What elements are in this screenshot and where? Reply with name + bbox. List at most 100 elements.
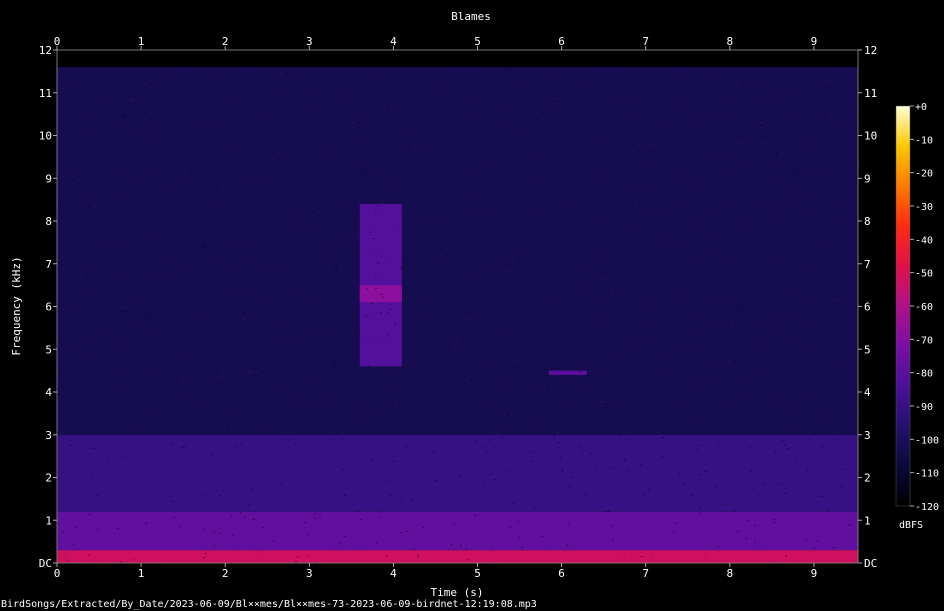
noise-speck: [347, 413, 350, 415]
noise-speck: [309, 107, 312, 109]
noise-speck: [604, 145, 607, 147]
noise-speck: [433, 188, 436, 190]
noise-speck: [748, 382, 751, 384]
noise-speck: [270, 112, 273, 114]
noise-speck: [313, 211, 316, 213]
noise-speck: [635, 454, 637, 455]
noise-speck: [820, 496, 823, 497]
noise-speck: [524, 167, 527, 169]
noise-speck: [814, 168, 817, 170]
noise-speck: [389, 369, 392, 371]
noise-speck: [834, 409, 837, 411]
noise-speck: [696, 333, 699, 335]
noise-speck: [709, 320, 712, 322]
noise-speck: [660, 456, 663, 458]
noise-speck: [675, 321, 678, 323]
noise-speck: [58, 373, 61, 374]
noise-speck: [365, 415, 368, 417]
noise-speck: [511, 500, 514, 502]
noise-speck: [88, 280, 91, 282]
noise-speck: [836, 296, 839, 298]
noise-speck: [569, 354, 572, 356]
noise-speck: [734, 286, 737, 288]
noise-speck: [777, 483, 780, 485]
noise-speck: [123, 356, 126, 358]
noise-speck: [774, 459, 777, 461]
noise-speck: [496, 271, 499, 273]
noise-speck: [62, 87, 65, 89]
noise-speck: [841, 252, 844, 254]
noise-speck: [544, 480, 547, 482]
noise-speck: [638, 204, 641, 206]
noise-speck: [738, 142, 741, 144]
noise-speck: [235, 170, 238, 172]
noise-speck: [807, 211, 810, 213]
noise-speck: [239, 511, 242, 513]
noise-speck: [505, 381, 508, 383]
noise-speck: [701, 222, 704, 224]
noise-speck: [189, 395, 191, 396]
noise-speck: [339, 424, 342, 426]
noise-speck: [226, 425, 228, 427]
noise-speck: [301, 225, 304, 227]
noise-speck: [679, 320, 682, 322]
colorbar: +0 -10 -20 -30 -40 -50 -60 -70 -80 -90 -100 -110 -12…: [895, 102, 939, 531]
noise-speck: [164, 167, 167, 169]
noise-speck: [562, 462, 565, 464]
noise-speck: [582, 82, 585, 84]
noise-speck: [517, 80, 520, 82]
noise-speck: [554, 95, 557, 97]
colorbar-label: dBFS: [899, 520, 923, 531]
noise-speck: [186, 500, 189, 502]
noise-speck: [277, 286, 280, 288]
noise-speck: [332, 206, 334, 208]
noise-speck: [375, 77, 378, 79]
noise-speck: [278, 461, 281, 463]
noise-speck: [778, 333, 781, 335]
x-tick-label: 4: [390, 567, 397, 580]
noise-speck: [217, 382, 220, 383]
noise-speck: [532, 154, 535, 156]
noise-speck: [719, 158, 722, 160]
x-tick-label-top: 9: [811, 35, 818, 48]
noise-speck: [151, 232, 154, 234]
noise-speck: [823, 115, 826, 117]
noise-speck: [630, 439, 633, 441]
noise-speck: [226, 76, 229, 78]
noise-speck: [178, 302, 181, 304]
noise-speck: [632, 488, 635, 490]
noise-speck: [252, 358, 255, 359]
noise-speck: [369, 410, 372, 412]
noise-speck: [548, 178, 551, 180]
noise-speck: [657, 441, 660, 443]
noise-speck: [504, 312, 506, 314]
noise-speck: [261, 371, 264, 373]
noise-speck: [757, 454, 760, 456]
noise-speck: [493, 259, 496, 260]
noise-speck: [587, 434, 590, 436]
noise-speck: [699, 507, 702, 509]
noise-speck: [698, 474, 701, 475]
noise-speck: [557, 368, 560, 370]
noise-speck: [803, 296, 806, 298]
noise-speck: [204, 354, 207, 356]
noise-speck: [650, 144, 653, 146]
noise-speck: [173, 350, 175, 352]
noise-speck: [615, 527, 618, 529]
noise-speck: [853, 85, 856, 87]
noise-speck: [313, 517, 316, 519]
noise-speck: [303, 522, 306, 524]
noise-speck: [551, 328, 554, 330]
noise-speck: [262, 527, 265, 528]
noise-speck: [134, 296, 137, 298]
noise-speck: [552, 425, 555, 426]
noise-speck: [628, 348, 631, 350]
noise-speck: [846, 289, 848, 291]
noise-speck: [567, 524, 570, 526]
noise-speck: [510, 197, 513, 199]
noise-speck: [66, 264, 69, 265]
noise-speck: [372, 409, 375, 411]
noise-speck: [481, 446, 484, 448]
noise-speck: [748, 156, 751, 158]
noise-speck: [278, 151, 281, 153]
